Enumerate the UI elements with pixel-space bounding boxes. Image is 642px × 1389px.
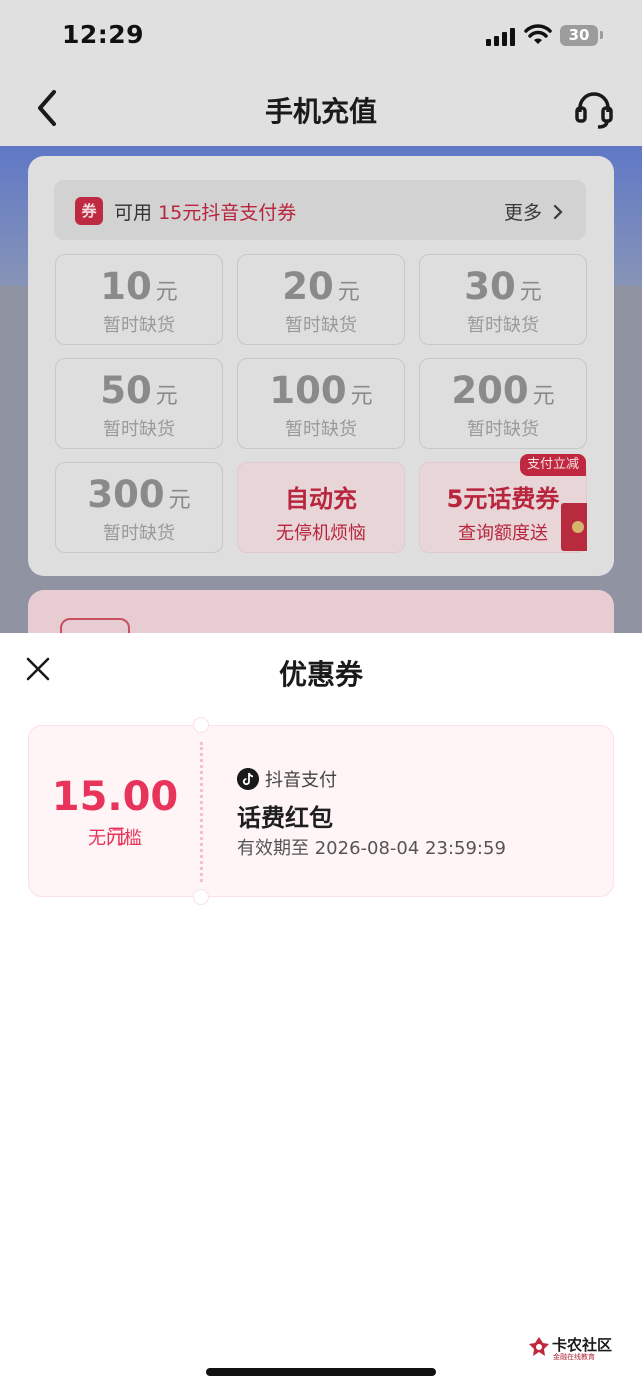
status-bar: 12:29 30 [0, 0, 642, 72]
amount-value: 50 [100, 369, 152, 412]
amount-option-300[interactable]: 300 元 暂时缺货 [55, 462, 223, 553]
available-coupon-amount: 15元抖音支付券 [158, 202, 297, 224]
coupon-brand: 抖音支付 [265, 770, 337, 791]
more-link[interactable]: 更多 [504, 198, 564, 225]
coupon-threshold: 无门槛 [88, 828, 142, 849]
available-coupon-bar[interactable]: 券 可用 15元抖音支付券 更多 [54, 180, 586, 240]
amount-unit: 元 [155, 384, 178, 409]
coupon-expiry: 有效期至 2026-08-04 23:59:59 [237, 838, 506, 859]
available-coupon-prefix: 可用 [114, 202, 153, 224]
amount-option-50[interactable]: 50 元 暂时缺货 [55, 358, 223, 449]
amount-option-30[interactable]: 30 元 暂时缺货 [419, 254, 587, 345]
amount-value: 200 [451, 369, 529, 412]
stock-status: 暂时缺货 [103, 419, 175, 440]
kanong-logo-icon [529, 1337, 549, 1356]
amount-unit: 元 [519, 280, 542, 305]
more-label: 更多 [503, 202, 542, 224]
stock-status: 暂时缺货 [467, 315, 539, 336]
stock-status: 暂时缺货 [103, 315, 175, 336]
douyin-logo-icon [237, 768, 259, 790]
promo-tag: 支付立减 [520, 454, 586, 476]
amount-option-100[interactable]: 100 元 暂时缺货 [237, 358, 405, 449]
auto-recharge-subtitle: 无停机烦恼 [276, 523, 366, 544]
ticket-notch [193, 889, 209, 905]
amount-unit: 元 [168, 488, 191, 513]
amount-option-10[interactable]: 10 元 暂时缺货 [55, 254, 223, 345]
coupon-sheet: 优惠券 15.00元 无门槛 抖音支付 话费红包 有效期至 2026-08-04… [0, 633, 642, 1389]
amount-option-200[interactable]: 200 元 暂时缺货 [419, 358, 587, 449]
amount-unit: 元 [337, 280, 360, 305]
cellular-signal-icon [486, 28, 516, 46]
amount-unit: 元 [350, 384, 373, 409]
amount-value: 20 [282, 265, 334, 308]
wifi-icon [524, 24, 552, 44]
ticket-divider [200, 742, 203, 882]
available-coupon-text: 可用 15元抖音支付券 [114, 198, 296, 225]
voucher-promo-tile[interactable]: 支付立减 5元话费券 查询额度送 [419, 454, 587, 553]
amount-unit: 元 [532, 384, 555, 409]
stock-status: 暂时缺货 [103, 523, 175, 544]
stock-status: 暂时缺货 [467, 419, 539, 440]
sheet-title: 优惠券 [278, 658, 363, 691]
auto-recharge-title: 自动充 [285, 485, 357, 513]
battery-tip [600, 31, 603, 39]
coupon-amount-value: 15.00 [51, 774, 179, 820]
battery-icon: 30 [560, 25, 598, 46]
red-envelope-icon [561, 503, 587, 551]
watermark-subtitle: 金融在线教育 [553, 1353, 595, 1361]
customer-service-icon[interactable] [574, 88, 614, 130]
coupon-card[interactable]: 15.00元 无门槛 抖音支付 话费红包 有效期至 2026-08-04 23:… [28, 717, 614, 905]
ticket-notch [193, 717, 209, 733]
status-time: 12:29 [62, 20, 145, 49]
amount-value: 10 [100, 265, 152, 308]
amount-option-20[interactable]: 20 元 暂时缺货 [237, 254, 405, 345]
chevron-right-icon [553, 204, 563, 220]
amount-value: 30 [464, 265, 516, 308]
amount-unit: 元 [155, 280, 178, 305]
stock-status: 暂时缺货 [285, 419, 357, 440]
coupon-name: 话费红包 [237, 804, 333, 832]
home-indicator[interactable] [206, 1368, 436, 1376]
auto-recharge-tile[interactable]: 自动充 无停机烦恼 [237, 462, 405, 553]
amount-value: 100 [269, 369, 347, 412]
watermark-logo: 卡农社区 金融在线教育 [528, 1334, 612, 1364]
stock-status: 暂时缺货 [285, 315, 357, 336]
nav-bar: 手机充值 [0, 72, 642, 146]
amount-value: 300 [87, 473, 165, 516]
page-title: 手机充值 [264, 95, 377, 128]
coupon-badge-icon: 券 [75, 197, 103, 225]
